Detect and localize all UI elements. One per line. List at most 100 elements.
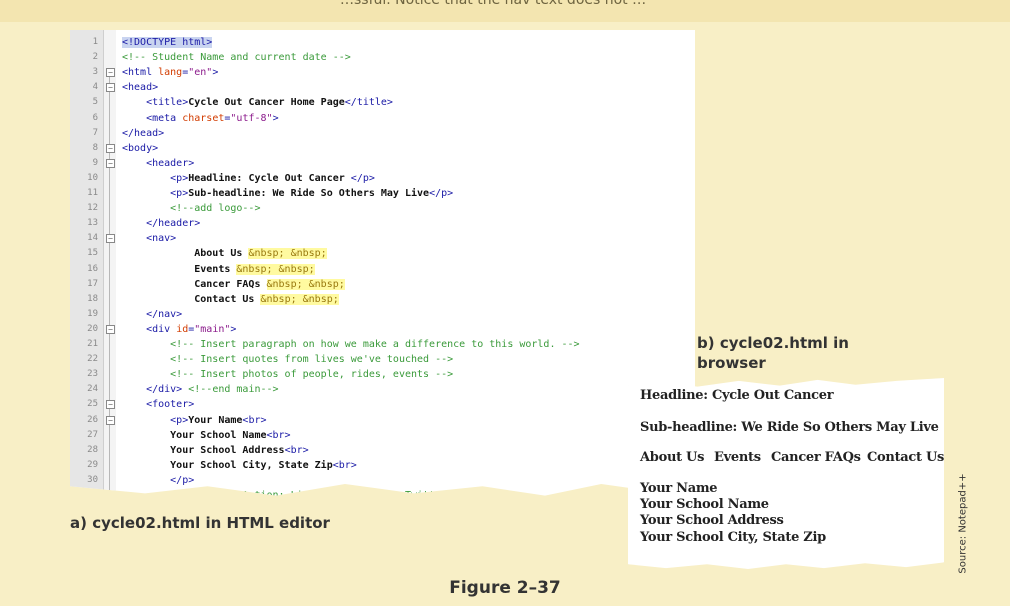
code-token: "utf-8" (230, 112, 273, 124)
code-line[interactable]: 28 Your School Address<br> (70, 443, 695, 458)
code-line[interactable]: 6 <meta charset="utf-8"> (70, 111, 695, 126)
code-text: Your School City, State Zip<br> (122, 458, 357, 473)
code-token: > (272, 112, 279, 124)
code-token: <p> (122, 188, 189, 199)
code-line[interactable]: 4− <head> (70, 80, 695, 95)
fold-toggle-icon[interactable]: − (106, 234, 115, 244)
source-text: Source: Notepad++ (957, 473, 969, 574)
top-text: …ssful. Notice that the nav text does no… (340, 0, 647, 8)
code-line[interactable]: 26− <p>Your Name<br> (70, 413, 695, 428)
code-line[interactable]: 24 </div> <!--end main--> (70, 382, 695, 397)
code-line[interactable]: 3− <html lang="en"> (70, 65, 695, 80)
code-line[interactable]: 15 About Us &nbsp; &nbsp; (70, 246, 695, 261)
code-text: <title>Cycle Out Cancer Home Page</title… (122, 95, 393, 110)
code-token: > (212, 67, 219, 79)
code-line[interactable]: 31 <!--Call-to-Action: Links to Facebook… (70, 488, 695, 498)
line-number: 14 (87, 233, 98, 244)
fold-toggle-icon[interactable]: − (106, 68, 115, 78)
code-text: <!-- Student Name and current date --> (122, 50, 351, 65)
code-token: </title> (344, 97, 393, 109)
code-token: Contact Us (122, 293, 261, 305)
html-editor-panel[interactable]: 1 <!DOCTYPE html> 2 <!-- Student Name and c… (70, 30, 695, 498)
code-line[interactable]: 18 Contact Us &nbsp; &nbsp; (70, 292, 695, 307)
code-text: <html lang="en"> (122, 65, 218, 80)
code-line[interactable]: 20− <div id="main"> (70, 322, 695, 337)
line-number: 20 (87, 323, 98, 334)
line-number: 8 (92, 142, 98, 153)
code-text: <!-- Insert paragraph on how we make a d… (122, 337, 579, 352)
code-text: <!DOCTYPE html> (122, 35, 213, 50)
code-line[interactable]: 2 <!-- Student Name and current date --> (70, 50, 695, 65)
line-number: 25 (87, 399, 98, 410)
code-text: <div id="main"> (122, 322, 236, 337)
code-line[interactable]: 27 Your School Name<br> (70, 428, 695, 443)
footer-name: Your Name (640, 481, 718, 496)
code-token: <body> (122, 142, 159, 154)
code-token: Your School City, State Zip (122, 459, 333, 471)
browser-panel: Headline: Cycle Out Cancer Sub-headline:… (628, 378, 944, 570)
code-line[interactable]: 1 <!DOCTYPE html> (70, 35, 695, 50)
code-token: &nbsp; &nbsp; (236, 263, 315, 275)
code-token: <meta (122, 112, 183, 124)
code-token: Events (122, 263, 237, 275)
code-token: </div> (122, 384, 189, 396)
code-text: <p>Sub-headline: We Ride So Others May L… (122, 186, 453, 201)
code-line[interactable]: 25− <footer> (70, 397, 695, 412)
line-number: 1 (92, 37, 98, 47)
code-line[interactable]: 5 <title>Cycle Out Cancer Home Page</tit… (70, 95, 695, 110)
figure-caption: Figure 2–37 (449, 578, 561, 598)
code-token: "main" (194, 323, 231, 335)
line-number: 17 (87, 278, 98, 289)
code-text: Your School Name<br> (122, 428, 291, 443)
code-token: <p> (122, 414, 189, 426)
code-line[interactable]: 22 <!-- Insert quotes from lives we've t… (70, 352, 695, 367)
code-line[interactable]: 10 <p>Headline: Cycle Out Cancer </p> (70, 171, 695, 186)
code-line[interactable]: 9− <header> (70, 156, 695, 171)
code-token: <!--end main--> (188, 384, 279, 396)
line-number: 11 (87, 188, 98, 198)
source-credit: Source: Notepad++ (948, 470, 969, 580)
code-line[interactable]: 21 <!-- Insert paragraph on how we make … (70, 337, 695, 352)
fold-toggle-icon[interactable]: − (106, 83, 115, 93)
code-line[interactable]: 14− <nav> (70, 231, 695, 246)
code-line[interactable]: 16 Events &nbsp; &nbsp; (70, 262, 695, 277)
line-number: 23 (87, 369, 98, 380)
code-line[interactable]: 19 </nav> (70, 307, 695, 322)
fold-toggle-icon[interactable]: − (106, 158, 115, 168)
code-token: <br> (266, 429, 291, 441)
code-text: <footer> (122, 397, 194, 412)
code-token: <br> (242, 414, 267, 426)
nav-cancer-faqs: Cancer FAQs (771, 450, 861, 465)
line-number: 7 (92, 127, 98, 138)
code-line[interactable]: 30 </p> (70, 473, 695, 488)
code-token: <html (122, 67, 159, 79)
code-token: "en" (188, 67, 213, 79)
code-text: Contact Us &nbsp; &nbsp; (122, 292, 339, 307)
code-line[interactable]: 11 <p>Sub-headline: We Ride So Others Ma… (70, 186, 695, 201)
code-text: <header> (122, 156, 194, 171)
line-number: 16 (87, 263, 98, 274)
fold-toggle-icon[interactable]: − (106, 400, 115, 410)
line-number: 5 (92, 97, 98, 108)
code-token: Your School Address (122, 444, 285, 456)
code-line[interactable]: 8− <body> (70, 141, 695, 156)
code-line[interactable]: 12 <!--add logo--> (70, 201, 695, 216)
code-line[interactable]: 23 <!-- Insert photos of people, rides, … (70, 367, 695, 382)
code-text: <!-- Insert quotes from lives we've touc… (122, 352, 453, 367)
code-token: <!-- Insert photos of people, rides, eve… (122, 369, 454, 381)
fold-toggle-icon[interactable]: − (106, 415, 115, 425)
code-line[interactable]: 17 Cancer FAQs &nbsp; &nbsp; (70, 277, 695, 292)
code-line[interactable]: 13 </header> (70, 216, 695, 231)
code-text: <!--add logo--> (122, 201, 260, 216)
code-line[interactable]: 7 </head> (70, 126, 695, 141)
code-token: About Us (122, 248, 249, 260)
code-token: <!--Call-to-Action: Links to Facebook, T… (122, 490, 466, 498)
fold-toggle-icon[interactable]: − (106, 324, 115, 334)
nav-contact-us: Contact Us (867, 450, 944, 465)
code-token: charset (182, 112, 225, 124)
code-token: </header> (122, 218, 201, 230)
top-text-band: …ssful. Notice that the nav text does no… (0, 0, 1010, 22)
code-line[interactable]: 29 Your School City, State Zip<br> (70, 458, 695, 473)
fold-toggle-icon[interactable]: − (106, 143, 115, 153)
nav-events: Events (714, 450, 761, 465)
